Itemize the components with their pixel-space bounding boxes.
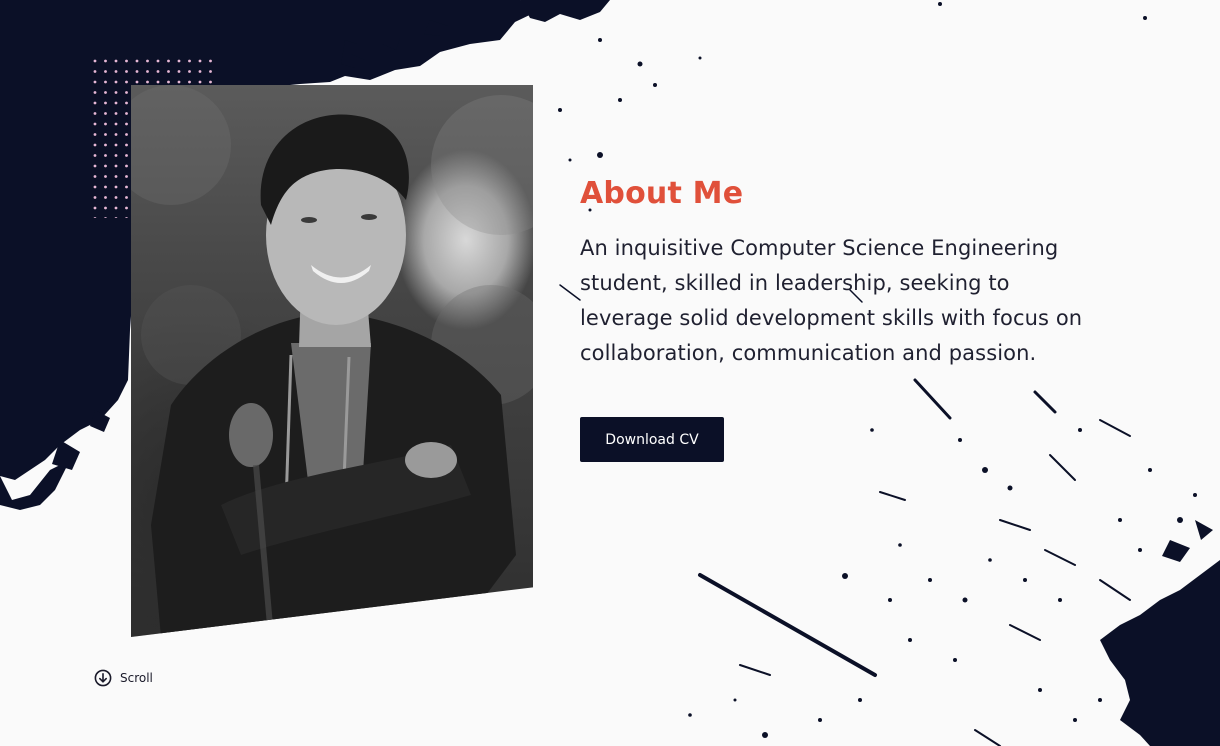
- download-cv-button[interactable]: Download CV: [580, 417, 724, 462]
- about-description: An inquisitive Computer Science Engineer…: [580, 236, 1083, 365]
- scroll-label: Scroll: [120, 671, 153, 685]
- arrow-down-circle-icon: [94, 669, 112, 687]
- scroll-indicator[interactable]: Scroll: [94, 669, 153, 687]
- about-heading: About Me: [580, 176, 744, 211]
- about-section: About Me An inquisitive Computer Science…: [580, 176, 1100, 371]
- profile-photo: [131, 85, 533, 637]
